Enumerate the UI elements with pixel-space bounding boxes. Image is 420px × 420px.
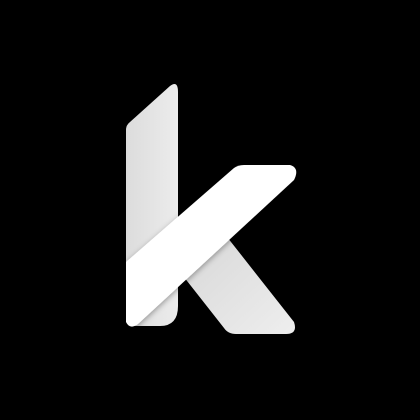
k-letter-logo-icon — [126, 84, 297, 334]
app-logo — [0, 0, 420, 420]
